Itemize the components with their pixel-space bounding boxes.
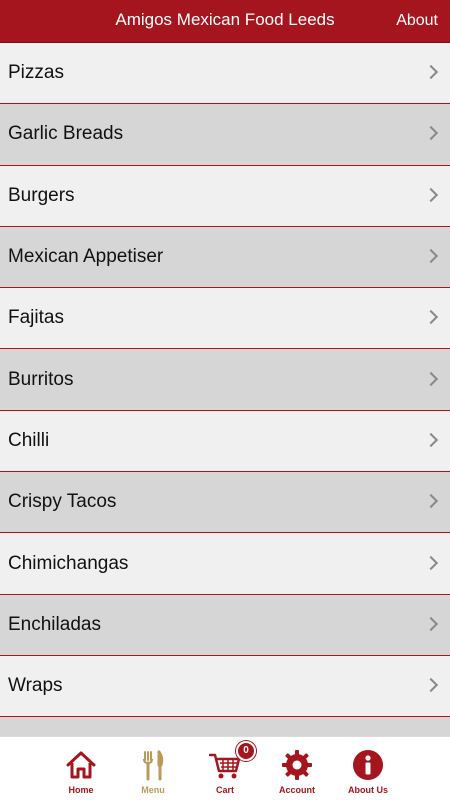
menu-item-chilli[interactable]: Chilli: [0, 410, 450, 473]
menu-item-mexican-appetiser[interactable]: Mexican Appetiser: [0, 226, 450, 289]
chevron-right-icon: [423, 187, 439, 202]
tab-about-us-label: About Us: [348, 785, 388, 795]
chevron-right-icon: [423, 310, 439, 325]
chevron-right-icon: [423, 126, 439, 141]
chevron-right-icon: [423, 432, 439, 447]
menu-item-enchiladas[interactable]: Enchiladas: [0, 594, 450, 656]
tab-about-us[interactable]: About Us: [332, 737, 404, 800]
fork-knife-icon: [143, 750, 164, 781]
menu-item-burgers[interactable]: Burgers: [0, 165, 450, 227]
app-root: Amigos Mexican Food Leeds About Pizzas G…: [0, 0, 450, 800]
menu-item-fajitas[interactable]: Fajitas: [0, 288, 450, 350]
chevron-right-icon: [423, 248, 439, 264]
menu-item-label: Enchiladas: [8, 613, 101, 635]
menu-item-label: Burritos: [8, 368, 74, 390]
tab-menu[interactable]: Menu: [117, 737, 189, 800]
menu-item-crispy-tacos[interactable]: Crispy Tacos: [0, 472, 450, 534]
chevron-right-icon: [423, 616, 439, 631]
menu-item-label: Crispy Tacos: [8, 491, 117, 513]
menu-item-label: Wraps: [8, 675, 63, 697]
tab-account-label: Account: [279, 785, 315, 795]
menu-item-label: Mexican Appetiser: [8, 246, 164, 268]
info-icon: [353, 750, 383, 780]
menu-item-label: Burgers: [8, 184, 75, 206]
tab-home[interactable]: Home: [45, 737, 117, 800]
menu-item-label: Chilli: [8, 429, 50, 451]
menu-item-burritos[interactable]: Burritos: [0, 349, 450, 411]
tab-menu-label: Menu: [141, 785, 165, 795]
menu-item-chimichangas[interactable]: Chimichangas: [0, 533, 450, 595]
cart-count-badge: 0: [236, 741, 256, 761]
app-title: Amigos Mexican Food Leeds: [115, 10, 335, 29]
menu-item-label: Fajitas: [8, 307, 64, 329]
menu-item-label: Pizzas: [8, 62, 64, 84]
chevron-right-icon: [423, 555, 439, 570]
menu-item-garlic-breads[interactable]: Garlic Breads: [0, 104, 450, 166]
chevron-right-icon: [423, 678, 439, 693]
tab-cart[interactable]: 0 Cart: [189, 737, 261, 800]
chevron-right-icon: [423, 371, 439, 386]
about-button[interactable]: About: [396, 12, 438, 30]
tab-cart-label: Cart: [215, 785, 234, 795]
menu-item-label: Chimichangas: [8, 552, 129, 574]
menu-category-list: Pizzas Garlic Breads Burgers Mexican App…: [0, 43, 450, 736]
gear-icon: [282, 750, 312, 780]
header-bar: Amigos Mexican Food Leeds About: [0, 0, 450, 43]
tab-home-label: Home: [68, 785, 94, 795]
chevron-right-icon: [423, 494, 439, 509]
menu-item-label: Garlic Breads: [8, 123, 124, 145]
home-icon: [66, 751, 96, 779]
menu-item-partial[interactable]: [0, 717, 450, 736]
chevron-right-icon: [423, 65, 439, 80]
menu-item-wraps[interactable]: Wraps: [0, 655, 450, 718]
tab-account[interactable]: Account: [261, 737, 333, 800]
bottom-tab-bar: Home Menu 0 Cart Account About Us: [0, 736, 450, 800]
menu-item-pizzas[interactable]: Pizzas: [0, 43, 450, 105]
